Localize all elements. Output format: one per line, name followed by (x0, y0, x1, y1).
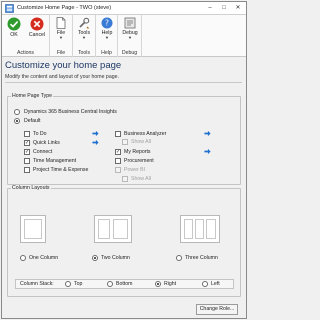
change-role-button[interactable]: Change Role... (196, 304, 238, 315)
two-column-preview[interactable] (94, 215, 132, 243)
ok-label: OK (10, 32, 18, 38)
ribbon: OK Cancel Actions File ▼ File Tools ▼ To… (2, 15, 246, 57)
group-label-help: Help (101, 50, 112, 56)
arrow-right-icon[interactable] (204, 148, 211, 155)
debug-icon (124, 17, 136, 29)
ribbon-group-debug: Debug ▼ Debug (118, 15, 142, 57)
page-subtitle: Modify the content and layout of your ho… (5, 74, 119, 80)
arrow-right-icon[interactable] (204, 130, 211, 137)
title-bar: Customize Home Page - TWO (steve) – □ ✕ (2, 2, 246, 15)
column-layouts-group: Column Layouts One Column Two Column Thr… (7, 185, 241, 297)
home-page-type-group: Home Page Type Dynamics 365 Business Cen… (7, 93, 241, 185)
project-time-expense-checkbox[interactable] (24, 167, 30, 173)
group-label-debug: Debug (121, 50, 138, 56)
power-bi-show-all-checkbox[interactable] (122, 176, 128, 182)
my-reports-label: My Reports (124, 149, 151, 155)
file-menu-button[interactable]: File ▼ (50, 17, 72, 45)
chevron-down-icon: ▼ (105, 35, 109, 40)
group-label-tools: Tools (77, 50, 91, 56)
insights-radio-label: Dynamics 365 Business Central Insights (24, 109, 117, 115)
file-icon (56, 17, 66, 29)
cancel-x-icon (30, 17, 44, 31)
group-label-file: File (56, 50, 66, 56)
time-management-checkbox[interactable] (24, 158, 30, 164)
cancel-button[interactable]: Cancel (26, 17, 48, 45)
connect-checkbox[interactable]: ✓ (24, 149, 30, 155)
ribbon-group-file: File ▼ File (50, 15, 73, 57)
business-analyzer-label: Business Analyzer (124, 131, 167, 137)
column-layouts-legend: Column Layouts (12, 185, 50, 191)
project-time-expense-label: Project Time & Expense (33, 167, 89, 173)
page-title: Customize your home page (5, 60, 122, 71)
ribbon-group-actions: OK Cancel Actions (2, 15, 50, 57)
chevron-down-icon: ▼ (82, 35, 86, 40)
cancel-label: Cancel (28, 32, 46, 38)
insights-radio[interactable] (14, 109, 20, 115)
arrow-right-icon[interactable] (92, 139, 99, 146)
three-column-preview[interactable] (180, 215, 220, 243)
connect-label: Connect (33, 149, 53, 155)
arrow-right-icon[interactable] (92, 130, 99, 137)
customize-home-page-window: Customize Home Page - TWO (steve) – □ ✕ … (1, 1, 247, 319)
procurement-label: Procurement (124, 158, 154, 164)
power-bi-show-all-label: Show All (131, 176, 151, 182)
tools-menu-button[interactable]: Tools ▼ (73, 17, 95, 45)
my-reports-checkbox[interactable]: ✓ (115, 149, 121, 155)
close-window-button[interactable]: ✕ (231, 3, 245, 13)
default-radio-label: Default (24, 118, 41, 124)
stack-bottom-radio[interactable] (107, 281, 113, 287)
one-column-radio[interactable] (20, 255, 26, 261)
three-column-label: Three Column (185, 255, 218, 261)
stack-right-radio[interactable] (155, 281, 161, 287)
stack-bottom-label: Bottom (116, 281, 133, 287)
stack-right-label: Right (164, 281, 177, 287)
stack-top-label: Top (74, 281, 83, 287)
stack-left-radio[interactable] (202, 281, 208, 287)
help-icon: ? (101, 17, 113, 29)
procurement-checkbox[interactable] (115, 158, 121, 164)
chevron-down-icon: ▼ (128, 35, 132, 40)
todo-label: To Do (33, 131, 47, 137)
power-bi-checkbox[interactable] (115, 167, 121, 173)
maximize-button[interactable]: □ (217, 3, 231, 13)
quick-links-checkbox[interactable]: ✓ (24, 140, 30, 146)
chevron-down-icon: ▼ (59, 35, 63, 40)
group-label-actions: Actions (16, 50, 34, 56)
divider (5, 82, 242, 83)
business-analyzer-checkbox[interactable] (115, 131, 121, 137)
todo-checkbox[interactable] (24, 131, 30, 137)
svg-text:?: ? (105, 19, 109, 28)
column-stack-row: Column Stack: Top Bottom Right Left (15, 279, 234, 289)
ok-check-icon (7, 17, 21, 31)
ribbon-group-help: ? Help ▼ Help (96, 15, 118, 57)
stack-top-radio[interactable] (65, 281, 71, 287)
two-column-label: Two Column (101, 255, 130, 261)
app-icon (5, 4, 14, 13)
business-analyzer-show-all-checkbox[interactable] (122, 139, 128, 145)
business-analyzer-show-all-label: Show All (131, 139, 151, 145)
one-column-label: One Column (29, 255, 59, 261)
stack-left-label: Left (211, 281, 220, 287)
three-column-radio[interactable] (176, 255, 182, 261)
window-title: Customize Home Page - TWO (steve) (17, 5, 112, 11)
ok-button[interactable]: OK (3, 17, 25, 45)
column-stack-label: Column Stack: (20, 281, 54, 287)
debug-menu-button[interactable]: Debug ▼ (119, 17, 141, 45)
default-radio[interactable] (14, 118, 20, 124)
power-bi-label: Power BI (124, 167, 146, 173)
two-column-radio[interactable] (92, 255, 98, 261)
minimize-button[interactable]: – (203, 3, 217, 13)
home-page-type-legend: Home Page Type (12, 93, 52, 99)
quick-links-label: Quick Links (33, 140, 60, 146)
tools-icon (79, 17, 90, 29)
ribbon-group-tools: Tools ▼ Tools (73, 15, 96, 57)
one-column-preview[interactable] (20, 215, 46, 243)
help-menu-button[interactable]: ? Help ▼ (96, 17, 118, 45)
time-management-label: Time Management (33, 158, 77, 164)
